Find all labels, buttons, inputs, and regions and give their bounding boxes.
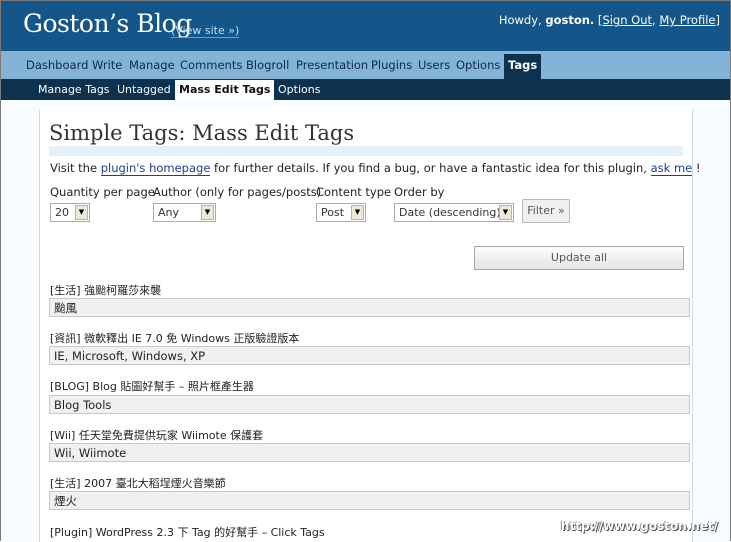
order-by-select[interactable]: Date (descending) ▼ — [394, 203, 514, 222]
nav-plugins[interactable]: Plugins — [367, 56, 416, 78]
post-title: [資訊] 微軟釋出 IE 7.0 免 Windows 正版驗證版本 — [50, 332, 300, 345]
my-profile-link[interactable]: My Profile — [659, 13, 715, 27]
post-title: [BLOG] Blog 貼圖好幫手 – 照片框產生器 — [50, 380, 254, 393]
chevron-down-icon: ▼ — [201, 205, 214, 220]
content-type-value: Post — [321, 206, 345, 219]
plugin-homepage-link[interactable]: plugin's homepage — [100, 161, 211, 176]
nav-presentation[interactable]: Presentation — [292, 56, 372, 78]
nav-tags[interactable]: Tags — [504, 54, 542, 79]
subnav-mass-edit-tags[interactable]: Mass Edit Tags — [175, 80, 275, 100]
nav-users[interactable]: Users — [414, 56, 454, 78]
post-title: [Plugin] WordPress 2.3 下 Tag 的好幫手 – Clic… — [50, 526, 325, 539]
main-nav: Dashboard Write Manage Comments Blogroll… — [1, 51, 730, 79]
quantity-select[interactable]: 20 ▼ — [50, 203, 90, 222]
subnav-untagged[interactable]: Untagged — [113, 80, 175, 100]
quantity-value: 20 — [55, 206, 69, 219]
tags-input[interactable]: IE, Microsoft, Windows, XP — [49, 346, 690, 365]
intro-text: Visit the plugin's homepage for further … — [50, 161, 701, 176]
quantity-label: Quantity per page — [50, 185, 155, 199]
intro-prefix: Visit the — [50, 161, 101, 175]
watermark: http://www.goston.net/ — [560, 519, 718, 533]
user-info: Howdy, goston. [Sign Out, My Profile] — [499, 13, 720, 27]
content-type-label: Content type — [316, 185, 392, 199]
chevron-down-icon: ▼ — [75, 205, 88, 220]
sign-out-link[interactable]: Sign Out — [602, 13, 652, 27]
tags-input[interactable]: 煙火 — [49, 491, 690, 510]
chevron-down-icon: ▼ — [351, 205, 364, 220]
tags-input[interactable]: Wii, Wiimote — [49, 443, 690, 462]
chevron-down-icon: ▼ — [499, 205, 512, 220]
post-title: [生活] 強颱柯羅莎來襲 — [50, 284, 162, 297]
author-value: Any — [158, 206, 180, 219]
page-title: Simple Tags: Mass Edit Tags — [49, 120, 683, 156]
subnav-options[interactable]: Options — [274, 80, 324, 100]
nav-options[interactable]: Options — [452, 56, 504, 78]
bracket-close: ] — [715, 13, 721, 27]
filter-button[interactable]: Filter » — [522, 199, 570, 223]
howdy-text: Howdy, — [498, 13, 546, 27]
site-title: Goston’s Blog — [23, 9, 192, 38]
tags-input[interactable]: Blog Tools — [49, 395, 690, 414]
post-title: [生活] 2007 臺北大稻埕煙火音樂節 — [50, 477, 226, 490]
username: goston. — [545, 13, 595, 27]
subnav-manage-tags[interactable]: Manage Tags — [34, 80, 114, 100]
nav-dashboard[interactable]: Dashboard — [22, 56, 92, 78]
sub-nav: Manage Tags Untagged Mass Edit Tags Opti… — [1, 79, 730, 100]
content-type-select[interactable]: Post ▼ — [316, 203, 366, 222]
order-by-value: Date (descending) — [399, 206, 501, 219]
nav-manage[interactable]: Manage — [125, 56, 179, 78]
intro-middle: for further details. If you find a bug, … — [210, 161, 651, 175]
post-title: [Wii] 任天堂免費提供玩家 Wiimote 保護套 — [50, 429, 264, 442]
nav-comments[interactable]: Comments — [176, 56, 246, 78]
tags-input[interactable]: 颱風 — [49, 298, 690, 317]
author-label: Author (only for pages/posts) — [153, 185, 322, 199]
nav-write[interactable]: Write — [88, 56, 126, 78]
ask-me-link[interactable]: ask me — [650, 161, 693, 176]
author-select[interactable]: Any ▼ — [153, 203, 216, 222]
order-by-label: Order by — [394, 185, 445, 199]
admin-header: Goston’s Blog (View site ») Howdy, gosto… — [1, 1, 730, 51]
intro-suffix: ! — [692, 161, 701, 175]
update-all-button[interactable]: Update all — [474, 246, 684, 270]
nav-blogroll[interactable]: Blogroll — [242, 56, 293, 78]
view-site-link[interactable]: (View site ») — [171, 24, 240, 38]
